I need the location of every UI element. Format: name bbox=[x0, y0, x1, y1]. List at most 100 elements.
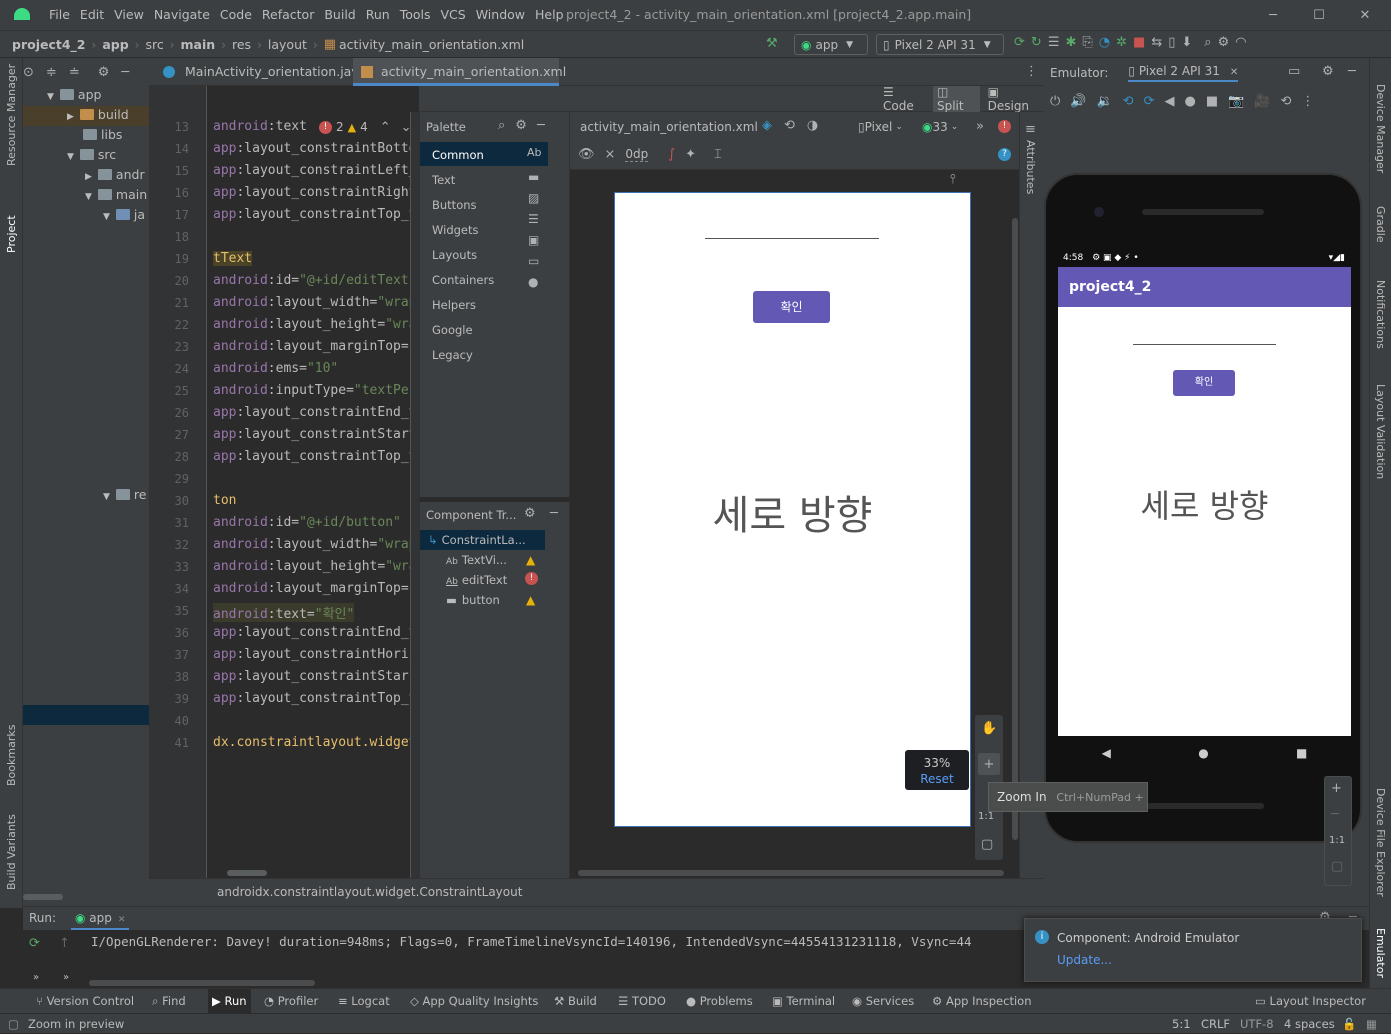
panel-gear-icon[interactable]: ⚙ bbox=[98, 65, 110, 80]
textview-warning-icon[interactable]: ▲ bbox=[526, 553, 535, 567]
editor-divider[interactable] bbox=[410, 112, 419, 878]
preview-textview[interactable]: 세로 방향 bbox=[615, 483, 970, 541]
code-line[interactable]: android:inputType="textPer bbox=[213, 383, 417, 398]
emulator-hide-icon[interactable]: ─ bbox=[1348, 64, 1356, 79]
menu-code[interactable]: Code bbox=[215, 0, 257, 30]
menu-window[interactable]: Window bbox=[471, 0, 530, 30]
preview-button[interactable]: 확인 bbox=[753, 291, 830, 323]
volume-up-icon[interactable]: 🔊 bbox=[1070, 94, 1086, 109]
status-memory-icon[interactable]: ▦ bbox=[1366, 1014, 1377, 1034]
emulator-gear-icon[interactable]: ⚙ bbox=[1322, 64, 1334, 79]
help-icon[interactable]: ? bbox=[998, 148, 1011, 161]
infer-constraints-icon[interactable]: ✦ bbox=[685, 147, 696, 162]
screenshot-icon[interactable]: 📷 bbox=[1228, 94, 1244, 109]
menu-vcs[interactable]: VCS bbox=[436, 0, 471, 30]
tree-item-java[interactable]: ▼ ja bbox=[103, 207, 145, 222]
snapshot-icon[interactable]: ⟲ bbox=[1281, 94, 1292, 109]
clear-constraints-icon[interactable]: ∫ bbox=[668, 147, 675, 162]
code-line[interactable]: android:id="@+id/editText" bbox=[213, 273, 417, 288]
tab-activity-xml[interactable]: activity_main_orientation.xml✕ bbox=[353, 58, 566, 107]
phone-button[interactable]: 확인 bbox=[1173, 370, 1235, 396]
record-icon[interactable]: 🎥 bbox=[1254, 94, 1270, 109]
device-manager-icon[interactable]: ▯ bbox=[1168, 35, 1175, 50]
code-line[interactable]: app:layout_constraintHoriz bbox=[213, 647, 417, 662]
component-edittext[interactable]: Ab editText bbox=[446, 573, 507, 587]
status-encoding[interactable]: UTF-8 bbox=[1240, 1014, 1274, 1034]
zoom-actual-size-icon[interactable]: 1:1 bbox=[978, 811, 994, 822]
guidelines-icon[interactable]: ⌶ bbox=[714, 147, 722, 162]
code-line[interactable]: app:layout_constraintRight bbox=[213, 185, 417, 200]
design-blueprint-icon[interactable]: ◈ bbox=[762, 118, 772, 133]
button-warning-icon[interactable]: ▲ bbox=[526, 593, 535, 607]
code-line[interactable]: app:layout_constraintEnd_t bbox=[213, 625, 417, 640]
code-line[interactable]: android:text="확인" bbox=[213, 603, 355, 622]
sync-gradle-icon[interactable]: ⇆ bbox=[1151, 35, 1162, 50]
console-scrollbar[interactable] bbox=[89, 980, 315, 986]
tool-notifications[interactable]: Notifications bbox=[1374, 280, 1387, 349]
code-line[interactable]: android:layout_height="wra bbox=[213, 317, 417, 332]
emulator-fit-icon[interactable]: ▢ bbox=[1331, 859, 1343, 874]
view-mode-design[interactable]: ▣ Design bbox=[984, 85, 1044, 113]
notification-update-link[interactable]: Update... bbox=[1057, 953, 1112, 967]
zoom-in-icon[interactable]: + bbox=[978, 753, 1000, 775]
tool-device-manager[interactable]: Device Manager bbox=[1374, 84, 1387, 173]
switch-widget-icon[interactable]: ● bbox=[528, 272, 539, 293]
menu-file[interactable]: File bbox=[44, 0, 75, 30]
menu-edit[interactable]: Edit bbox=[75, 0, 109, 30]
tool-layout-inspector[interactable]: ▭ Layout Inspector bbox=[1255, 989, 1366, 1014]
tool-find[interactable]: ⌕ Find bbox=[152, 989, 186, 1014]
code-line[interactable]: android:id="@+id/button" bbox=[213, 515, 401, 530]
imageview-widget-icon[interactable]: ▨ bbox=[528, 188, 539, 209]
code-line[interactable]: app:layout_constraintTop_t bbox=[213, 207, 417, 222]
back-icon[interactable]: ◀ bbox=[1164, 94, 1174, 109]
view-mode-code[interactable]: ☰ Code bbox=[879, 85, 929, 113]
menu-build[interactable]: Build bbox=[319, 0, 360, 30]
tool-run[interactable]: ▶ Run bbox=[208, 989, 251, 1014]
profiler-icon[interactable]: ◔ bbox=[1099, 35, 1110, 50]
palette-hide-icon[interactable]: ─ bbox=[537, 118, 545, 133]
design-horizontal-scrollbar[interactable] bbox=[578, 870, 1004, 876]
component-tree-gear-icon[interactable]: ⚙ bbox=[524, 506, 536, 521]
target-icon[interactable]: ⊙ bbox=[23, 65, 34, 80]
attributes-icon[interactable]: ≡ bbox=[1025, 122, 1036, 137]
menu-view[interactable]: View bbox=[109, 0, 149, 30]
design-vertical-scrollbar[interactable] bbox=[1012, 218, 1018, 840]
tool-attributes[interactable]: Attributes bbox=[1024, 140, 1037, 194]
menu-tools[interactable]: Tools bbox=[395, 0, 436, 30]
code-line[interactable]: android:text bbox=[213, 119, 307, 134]
tree-item-app[interactable]: ▼ app bbox=[47, 87, 101, 102]
expand-all-icon[interactable]: ≑ bbox=[46, 65, 57, 80]
tool-device-file-explorer[interactable]: Device File Explorer bbox=[1374, 788, 1387, 897]
breadcrumb-main[interactable]: main bbox=[181, 37, 216, 52]
hammer-icon[interactable]: ⚒ bbox=[766, 36, 778, 51]
tool-todo[interactable]: ☰ TODO bbox=[618, 989, 666, 1014]
orientation-icon[interactable]: ⟲ bbox=[784, 118, 795, 133]
code-line[interactable]: app:layout_constraintStar bbox=[213, 669, 409, 684]
breadcrumb-layout[interactable]: layout bbox=[268, 37, 307, 52]
overview-icon[interactable]: ■ bbox=[1206, 94, 1218, 109]
panel-hide-icon[interactable]: ─ bbox=[121, 65, 129, 80]
tool-profiler[interactable]: ◔ Profiler bbox=[264, 989, 318, 1014]
palette-category[interactable]: Widgets bbox=[432, 223, 479, 237]
tree-item-build[interactable]: ▶ build bbox=[67, 107, 129, 122]
breadcrumb-app[interactable]: app bbox=[102, 37, 128, 52]
search-icon[interactable]: ⌕ bbox=[1204, 35, 1211, 50]
power-icon[interactable]: ⏻ bbox=[1050, 94, 1060, 109]
status-caret-position[interactable]: 5:1 bbox=[1172, 1014, 1191, 1034]
zoom-fit-icon[interactable]: ▢ bbox=[981, 837, 993, 852]
palette-category[interactable]: Legacy bbox=[432, 348, 473, 362]
breadcrumb-project[interactable]: project4_2 bbox=[12, 37, 86, 52]
status-indent[interactable]: 4 spaces bbox=[1284, 1014, 1335, 1034]
tool-terminal[interactable]: ▣ Terminal bbox=[772, 989, 835, 1014]
zoom-reset-link[interactable]: Reset bbox=[905, 772, 969, 786]
tool-build[interactable]: ⚒ Build bbox=[554, 989, 597, 1014]
menu-help[interactable]: Help bbox=[530, 0, 569, 30]
emulator-window-icon[interactable]: ▭ bbox=[1288, 64, 1300, 79]
code-line[interactable]: android:layout_marginTop=" bbox=[213, 339, 417, 354]
tool-emulator[interactable]: Emulator bbox=[1374, 928, 1387, 978]
preview-edittext[interactable] bbox=[705, 235, 879, 239]
palette-category[interactable]: Google bbox=[432, 323, 473, 337]
rotate-left-icon[interactable]: ⟲ bbox=[1123, 94, 1134, 109]
code-line[interactable]: ton bbox=[213, 493, 236, 508]
code-line[interactable]: app:layout_constraintTop_t bbox=[213, 449, 417, 464]
